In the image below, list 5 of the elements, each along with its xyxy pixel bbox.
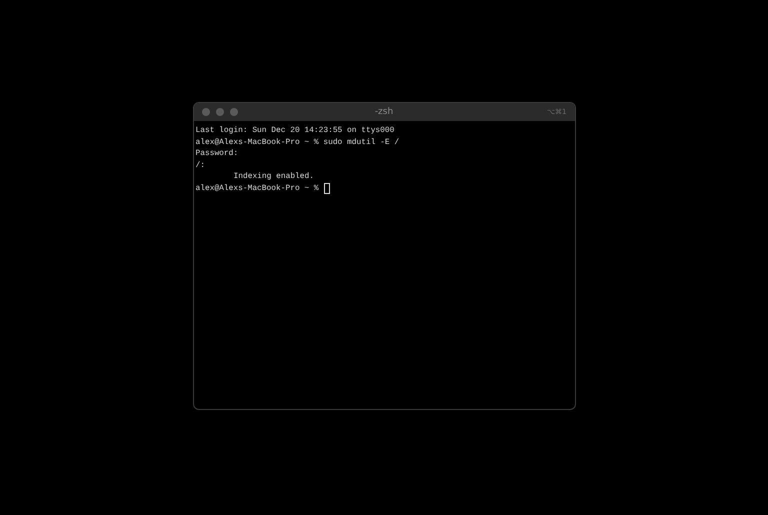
window-title: -zsh [374, 107, 394, 117]
zoom-button[interactable] [230, 108, 238, 116]
minimize-button[interactable] [216, 108, 224, 116]
close-button[interactable] [202, 108, 210, 116]
text-cursor [324, 182, 330, 194]
